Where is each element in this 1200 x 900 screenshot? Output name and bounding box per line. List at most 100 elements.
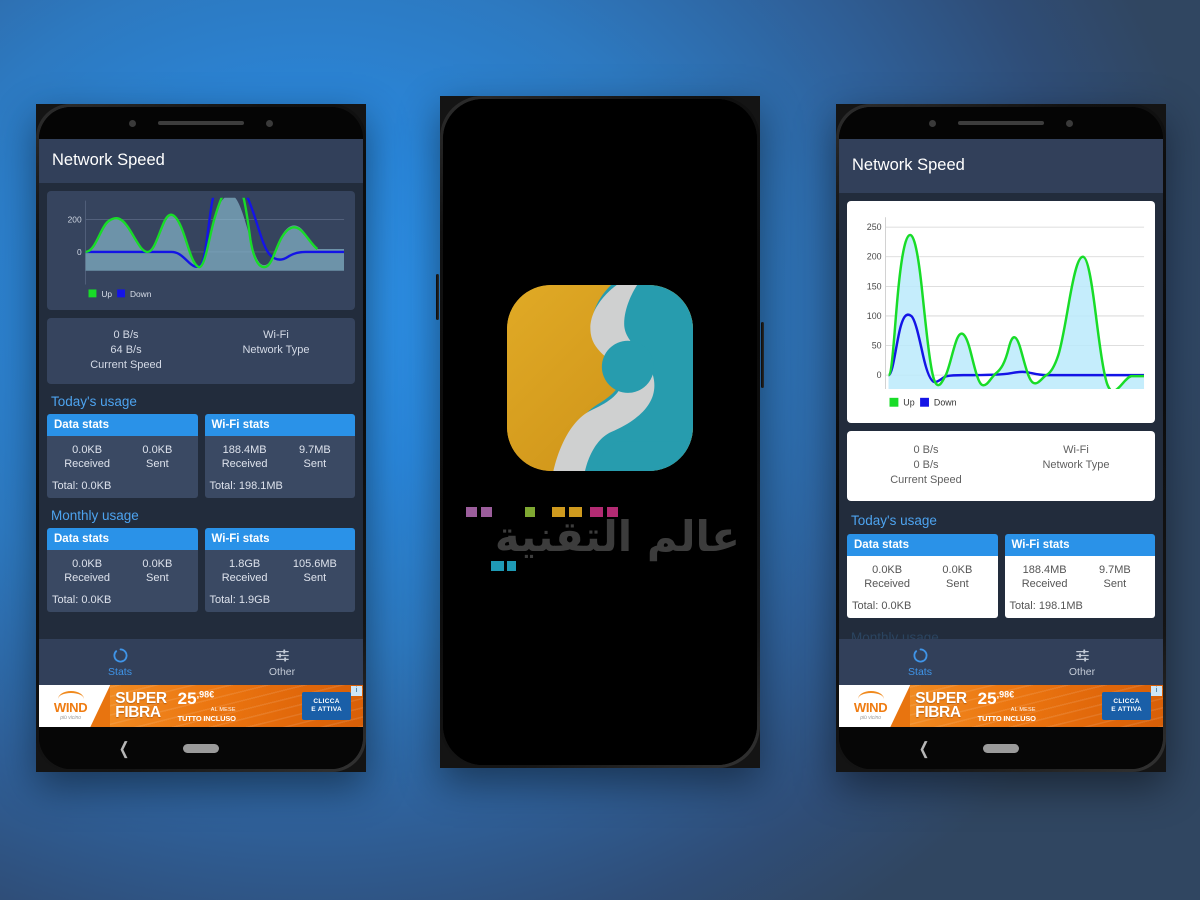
monthly-wifi-received-label: Received [221, 572, 268, 584]
today-stats-row: Data stats 0.0KB Received 0.0KB Sent Tot… [47, 414, 355, 498]
ytick-label: 100 [867, 311, 882, 321]
ad-price-block: 25,98€ AL MESE TUTTO INCLUSO [178, 690, 236, 722]
system-nav-bar-right: ❮ [839, 727, 1163, 769]
monthly-data-stats-title: Data stats [47, 528, 198, 550]
download-speed-value: 0 B/s [913, 459, 939, 471]
tune-sliders-icon [1075, 649, 1089, 661]
current-speed-column: 0 B/s 0 B/s Current Speed [851, 443, 1001, 488]
speed-chart-left[interactable]: 200 0 Up Down [53, 197, 349, 301]
today-wifi-received-label: Received [1021, 578, 1068, 590]
ad-title: SUPER FIBRA [115, 691, 167, 721]
ad-banner-left[interactable]: WIND più vicino SUPER FIBRA 25,98€ AL ME… [39, 685, 363, 727]
legend-label-down: Down [934, 398, 957, 408]
today-data-stats-title: Data stats [47, 414, 198, 436]
today-data-stats-title: Data stats [847, 534, 998, 556]
legend-label-down: Down [130, 289, 152, 299]
ad-main-block: SUPER FIBRA 25,98€ AL MESE TUTTO INCLUSO… [110, 685, 363, 727]
bottom-tab-bar-right: Stats Other [839, 639, 1163, 685]
ad-price-period: AL MESE [210, 707, 236, 713]
app-bar-left: Network Speed [39, 139, 363, 183]
proximity-sensor-icon [129, 119, 136, 127]
phone-right-inner: Network Speed 250 200 150 100 50 0 Up Do… [839, 107, 1163, 769]
speed-chart-card-right[interactable]: 250 200 150 100 50 0 Up Down [847, 201, 1155, 423]
today-data-sent-label: Sent [146, 458, 169, 470]
today-data-received-label: Received [64, 458, 111, 470]
app-root-left: Network Speed 200 0 Up Down 0 B/s 64 B/s… [39, 139, 363, 727]
download-speed-value: 64 B/s [110, 344, 142, 356]
ytick-label: 150 [867, 281, 882, 291]
monthly-data-stats-card[interactable]: Data stats 0.0KB Received 0.0KB Sent Tot… [47, 528, 198, 612]
today-data-total: Total: 0.0KB [52, 480, 112, 492]
speed-chart-card-left[interactable]: 200 0 Up Down [47, 191, 355, 310]
monthly-data-total: Total: 0.0KB [52, 594, 112, 606]
today-data-stats-body: 0.0KB Received 0.0KB Sent Total: 0.0KB [847, 556, 998, 618]
ad-price-period: AL MESE [1010, 707, 1036, 713]
section-title-today: Today's usage [851, 513, 937, 528]
current-speed-card-left[interactable]: 0 B/s 64 B/s Current Speed Wi-Fi Network… [47, 318, 355, 384]
nav-home-pill-icon[interactable] [183, 743, 219, 753]
app-logo-svg [507, 285, 693, 471]
tab-stats-label: Stats [108, 665, 132, 678]
today-data-stats-body: 0.0KB Received 0.0KB Sent Total: 0.0KB [47, 436, 198, 498]
today-wifi-stats-card[interactable]: Wi-Fi stats 188.4MB Received 9.7MB Sent … [1004, 534, 1155, 618]
phone-center-volume-button[interactable] [436, 274, 439, 320]
monthly-wifi-sent-value: 105.6MB [292, 558, 337, 570]
speed-chart-right[interactable]: 250 200 150 100 50 0 Up Down [853, 208, 1149, 414]
today-data-stats-card[interactable]: Data stats 0.0KB Received 0.0KB Sent Tot… [847, 534, 998, 618]
ytick-label: 0 [77, 247, 82, 257]
phone-left-body: Network Speed 200 0 Up Down 0 B/s 64 B/s… [36, 104, 366, 772]
ad-info-icon[interactable]: i [1151, 686, 1162, 696]
tab-other-label: Other [268, 665, 296, 678]
phone-right: Network Speed 250 200 150 100 50 0 Up Do… [836, 104, 1166, 772]
monthly-wifi-sent-label: Sent [303, 572, 327, 584]
today-wifi-stats-body: 188.4MB Received 9.7MB Sent Total: 198.1… [204, 436, 355, 498]
current-speed-card-right[interactable]: 0 B/s 0 B/s Current Speed Wi-Fi Network … [847, 431, 1155, 501]
section-title-today: Today's usage [51, 394, 137, 409]
monthly-wifi-stats-card[interactable]: Wi-Fi stats 1.8GB Received 105.6MB Sent … [204, 528, 355, 612]
upload-speed-value: 0 B/s [113, 329, 139, 341]
tab-other[interactable]: Other [201, 639, 363, 685]
phone-center-inner: عالم التقنية [443, 99, 757, 765]
monthly-data-received-value: 0.0KB [72, 558, 103, 570]
today-wifi-sent-label: Sent [303, 458, 327, 470]
app-bar-right: Network Speed [839, 139, 1163, 193]
phone-left-notch [39, 107, 363, 139]
today-wifi-sent-label: Sent [1103, 578, 1127, 590]
page-title: Network Speed [52, 151, 165, 169]
wind-swoosh-icon [857, 691, 884, 699]
today-wifi-sent-value: 9.7MB [1098, 564, 1131, 576]
donut-chart-icon [113, 647, 127, 662]
watermark-text: عالم التقنية [495, 512, 740, 561]
current-speed-label: Current Speed [890, 474, 962, 486]
ad-cta-button[interactable]: CLICCA E ATTIVA [1102, 692, 1151, 720]
ytick-label: 200 [68, 214, 82, 224]
network-type-column: Wi-Fi Network Type [201, 328, 351, 373]
section-title-monthly: Monthly usage [51, 508, 139, 523]
phone-right-screen: Network Speed 250 200 150 100 50 0 Up Do… [839, 139, 1163, 727]
network-type-column: Wi-Fi Network Type [1001, 443, 1151, 488]
tab-stats[interactable]: Stats [839, 639, 1001, 685]
ad-price-number: 25 [177, 689, 197, 708]
earpiece-speaker-icon [958, 121, 1044, 125]
nav-back-icon[interactable]: ❮ [919, 740, 930, 757]
ad-cta-line2: E ATTIVA [311, 706, 342, 713]
ad-title-line2: FIBRA [115, 704, 161, 721]
ad-info-icon[interactable]: i [351, 686, 362, 696]
ad-cta-button[interactable]: CLICCA E ATTIVA [302, 692, 351, 720]
today-wifi-stats-card[interactable]: Wi-Fi stats 188.4MB Received 9.7MB Sent … [204, 414, 355, 498]
tab-stats[interactable]: Stats [39, 639, 201, 685]
nav-home-pill-icon[interactable] [983, 743, 1019, 753]
today-data-total: Total: 0.0KB [852, 600, 912, 612]
tune-sliders-icon [275, 649, 289, 661]
monthly-data-received-label: Received [64, 572, 111, 584]
ad-main-block: SUPER FIBRA 25,98€ AL MESE TUTTO INCLUSO… [910, 685, 1163, 727]
tab-other[interactable]: Other [1001, 639, 1163, 685]
wind-swoosh-icon [57, 691, 84, 699]
phone-center-body: عالم التقنية [440, 96, 760, 768]
tab-stats-label: Stats [908, 665, 932, 678]
ad-banner-right[interactable]: WIND più vicino SUPER FIBRA 25,98€ AL ME… [839, 685, 1163, 727]
today-wifi-total: Total: 198.1MB [209, 480, 283, 492]
nav-back-icon[interactable]: ❮ [119, 740, 130, 757]
today-data-stats-card[interactable]: Data stats 0.0KB Received 0.0KB Sent Tot… [47, 414, 198, 498]
phone-center-power-button[interactable] [761, 322, 764, 388]
